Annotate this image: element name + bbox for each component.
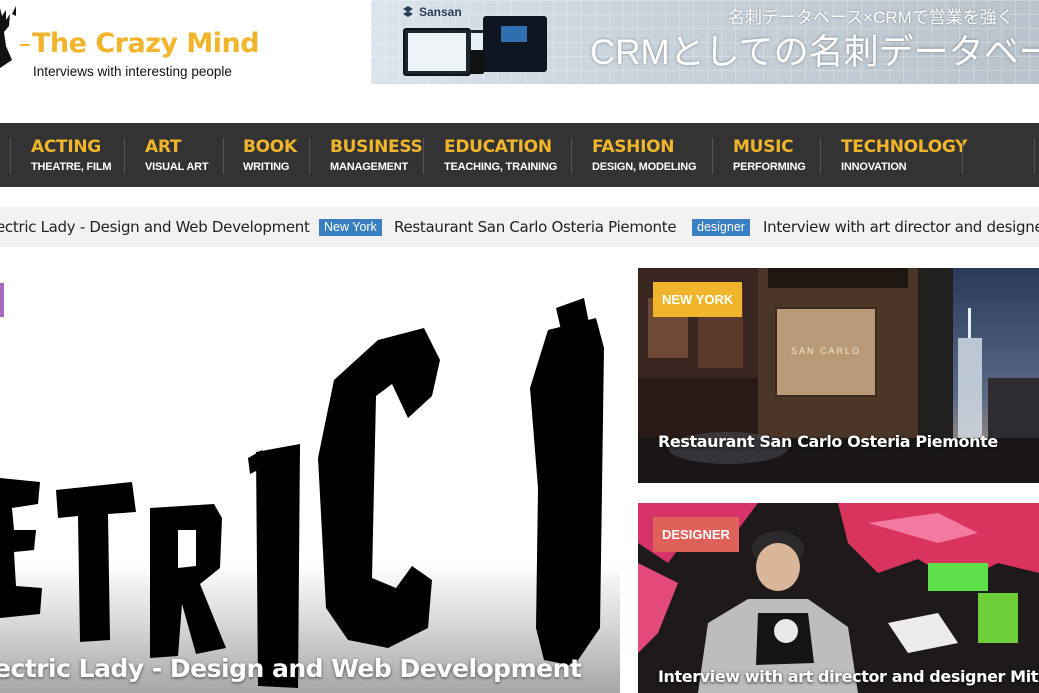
nav-item-acting[interactable]: ACTING THEATRE, FILM: [31, 123, 121, 187]
article-card[interactable]: DESIGNER Interview with art director and…: [638, 503, 1039, 693]
main-nav: ACTING THEATRE, FILM ART VISUAL ART BOOK…: [0, 123, 1039, 187]
nav-item-title: ART: [145, 137, 182, 157]
deer-logo-icon: [0, 6, 16, 68]
category-badge[interactable]: NEW YORK: [653, 282, 743, 317]
nav-item-subtitle: MANAGEMENT: [330, 161, 409, 173]
site-logo[interactable]: The Crazy Mind Interviews with interesti…: [0, 0, 360, 100]
nav-divider: [962, 138, 963, 174]
sansan-logo-icon: [403, 6, 413, 17]
category-tag[interactable]: [0, 283, 4, 317]
site-tagline: Interviews with interesting people: [33, 64, 232, 79]
ad-brand: Sansan: [419, 5, 462, 19]
nav-item-title: BUSINESS: [330, 137, 423, 157]
nav-item-art[interactable]: ART VISUAL ART: [145, 123, 225, 187]
ad-phone-image: [470, 50, 484, 74]
nav-divider: [423, 138, 424, 174]
nav-item-book[interactable]: BOOK WRITING: [243, 123, 309, 187]
featured-article[interactable]: ectric Lady - Design and Web Development: [0, 268, 620, 693]
ad-scanner-image: [483, 16, 547, 72]
nav-item-subtitle: VISUAL ART: [145, 161, 209, 173]
nav-item-title: MUSIC: [733, 137, 794, 157]
logo-accent-line: [20, 44, 30, 46]
nav-item-education[interactable]: EDUCATION TEACHING, TRAINING: [444, 123, 564, 187]
nav-divider: [1034, 138, 1035, 174]
site-title[interactable]: The Crazy Mind: [32, 28, 260, 59]
ticker-badge[interactable]: New York: [319, 219, 382, 236]
nav-item-fashion[interactable]: FASHION DESIGN, MODELING: [592, 123, 702, 187]
ticker-link[interactable]: Interview with art director and designer: [763, 218, 1039, 236]
nav-item-subtitle: DESIGN, MODELING: [592, 161, 697, 173]
ticker-link[interactable]: ectric Lady - Design and Web Development: [0, 218, 310, 236]
nav-item-music[interactable]: MUSIC PERFORMING: [733, 123, 813, 187]
nav-item-subtitle: PERFORMING: [733, 161, 806, 173]
sign-text: SAN CARLO: [790, 346, 861, 356]
ad-laptop-image: [403, 28, 471, 76]
featured-title[interactable]: ectric Lady - Design and Web Development: [0, 654, 582, 683]
category-badge[interactable]: DESIGNER: [653, 517, 739, 552]
nav-divider: [10, 138, 11, 174]
nav-item-title: BOOK: [243, 137, 297, 157]
card-title[interactable]: Interview with art director and designer…: [658, 667, 1039, 686]
nav-item-title: EDUCATION: [444, 137, 552, 157]
nav-item-title: ACTING: [31, 137, 101, 157]
nav-item-subtitle: THEATRE, FILM: [31, 161, 112, 173]
nav-item-business[interactable]: BUSINESS MANAGEMENT: [330, 123, 430, 187]
nav-divider: [124, 138, 125, 174]
card-title[interactable]: Restaurant San Carlo Osteria Piemonte: [658, 432, 998, 451]
nav-item-title: FASHION: [592, 137, 675, 157]
nav-item-technology[interactable]: TECHNOLOGY INNOVATION: [841, 123, 967, 187]
nav-item-subtitle: INNOVATION: [841, 161, 907, 173]
nav-divider: [309, 138, 310, 174]
nav-item-subtitle: TEACHING, TRAINING: [444, 161, 558, 173]
nav-divider: [712, 138, 713, 174]
nav-divider: [820, 138, 821, 174]
nav-divider: [571, 138, 572, 174]
nav-item-title: TECHNOLOGY: [841, 137, 968, 157]
ad-subheadline: CRMとしての名刺データベー: [590, 33, 1039, 72]
article-card[interactable]: SAN CARLO NEW YORK Restaurant San Carlo …: [638, 268, 1039, 483]
news-ticker: ectric Lady - Design and Web Development…: [0, 207, 1039, 247]
ticker-link[interactable]: Restaurant San Carlo Osteria Piemonte: [394, 218, 677, 236]
nav-divider: [223, 138, 224, 174]
nav-item-subtitle: WRITING: [243, 161, 290, 173]
ad-banner[interactable]: Sansan 名刺データベース×CRMで営業を強く CRMとしての名刺データベー: [371, 0, 1039, 84]
ticker-badge[interactable]: designer: [692, 219, 750, 236]
